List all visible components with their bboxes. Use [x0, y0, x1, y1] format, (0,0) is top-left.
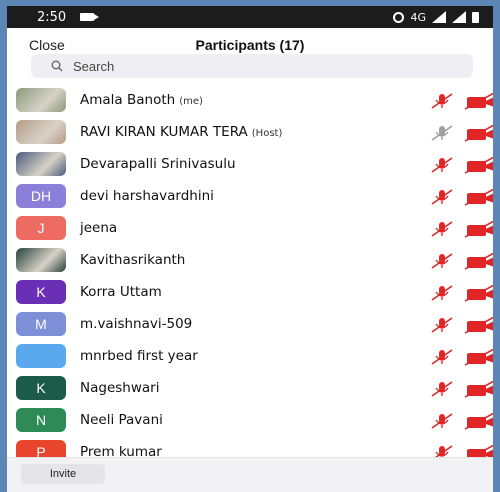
muted-mic-icon[interactable] — [429, 316, 455, 334]
muted-mic-icon[interactable] — [429, 188, 455, 206]
video-off-icon[interactable] — [464, 348, 493, 366]
clock: 2:50 — [37, 9, 67, 25]
participant-row[interactable]: Mm.vaishnavi-509 — [7, 308, 493, 340]
phone-screen: 2:50 4G Close Participants (17) Search A… — [7, 6, 493, 492]
battery-icon — [472, 11, 479, 23]
participant-row[interactable]: Jjeena — [7, 212, 493, 244]
avatar-photo — [16, 88, 66, 112]
signal-icon-2 — [452, 11, 466, 23]
participant-name-text: Nageshwari — [80, 380, 160, 396]
video-off-icon[interactable] — [464, 220, 493, 238]
participant-name-text: m.vaishnavi-509 — [80, 316, 193, 332]
bottom-bar: Invite — [7, 457, 493, 492]
muted-mic-icon[interactable] — [429, 92, 455, 110]
participant-name: Devarapalli Srinivasulu — [80, 156, 236, 172]
network-label: 4G — [410, 10, 426, 24]
search-input[interactable]: Search — [31, 54, 473, 78]
avatar-photo — [16, 152, 66, 176]
participant-name-text: Neeli Pavani — [80, 412, 163, 428]
video-off-icon[interactable] — [464, 188, 493, 206]
participant-role-tag: (me) — [179, 96, 203, 107]
participant-name-text: mnrbed first year — [80, 348, 198, 364]
muted-mic-icon[interactable] — [429, 284, 455, 302]
participant-name: jeena — [80, 220, 117, 236]
participant-name-text: RAVI KIRAN KUMAR TERA — [80, 124, 248, 140]
avatar: K — [16, 280, 66, 304]
search-placeholder: Search — [73, 58, 115, 74]
avatar: J — [16, 216, 66, 240]
participant-row[interactable]: K Nageshwari — [7, 372, 493, 404]
muted-mic-icon[interactable] — [429, 252, 455, 270]
participant-row[interactable]: Devarapalli Srinivasulu — [7, 148, 493, 180]
video-off-icon[interactable] — [464, 380, 493, 398]
participant-row[interactable]: N Neeli Pavani — [7, 404, 493, 436]
video-off-icon[interactable] — [464, 284, 493, 302]
video-off-icon[interactable] — [464, 412, 493, 430]
participant-name: RAVI KIRAN KUMAR TERA (Host) — [80, 124, 282, 140]
video-off-icon[interactable] — [464, 156, 493, 174]
participant-name-text: jeena — [80, 220, 118, 236]
video-off-icon[interactable] — [464, 92, 493, 110]
participant-name: m.vaishnavi-509 — [80, 316, 192, 332]
video-camera-icon — [80, 13, 100, 21]
avatar-photo — [16, 120, 66, 144]
muted-mic-icon[interactable] — [429, 220, 455, 238]
participant-name: Kavithasrikanth — [80, 252, 185, 268]
participant-name-text: Korra Uttam — [80, 284, 162, 300]
video-off-icon[interactable] — [464, 252, 493, 270]
participant-row[interactable]: K Korra Uttam — [7, 276, 493, 308]
status-icons: 4G — [393, 11, 479, 24]
participant-row[interactable]: DH devi harshavardhini — [7, 180, 493, 212]
muted-mic-icon[interactable] — [429, 156, 455, 174]
avatar: N — [16, 408, 66, 432]
participant-name-text: Devarapalli Srinivasulu — [80, 156, 236, 172]
participant-name: devi harshavardhini — [80, 188, 214, 204]
participant-row[interactable]: Kavithasrikanth — [7, 244, 493, 276]
participant-name-text: Amala Banoth — [80, 92, 176, 108]
participant-row[interactable]: RAVI KIRAN KUMAR TERA (Host) — [7, 116, 493, 148]
video-off-icon[interactable] — [464, 316, 493, 334]
page-title: Participants (17) — [195, 37, 305, 53]
search-icon — [51, 60, 63, 72]
participant-row[interactable]: mnrbed first year — [7, 340, 493, 372]
participant-name: Nageshwari — [80, 380, 159, 396]
participant-name: Neeli Pavani — [80, 412, 163, 428]
muted-mic-icon[interactable] — [429, 348, 455, 366]
participant-name-text: Kavithasrikanth — [80, 252, 186, 268]
avatar: DH — [16, 184, 66, 208]
avatar-photo — [16, 248, 66, 272]
participant-row[interactable]: Amala Banoth (me) — [7, 84, 493, 116]
avatar — [16, 344, 66, 368]
muted-mic-icon[interactable] — [429, 380, 455, 398]
status-bar: 2:50 4G — [7, 6, 493, 28]
muted-mic-icon[interactable] — [429, 124, 455, 142]
avatar: K — [16, 376, 66, 400]
invite-button[interactable]: Invite — [21, 464, 105, 484]
avatar: M — [16, 312, 66, 336]
participant-name: Korra Uttam — [80, 284, 162, 300]
participant-name: Amala Banoth (me) — [80, 92, 203, 108]
participant-name-text: devi harshavardhini — [80, 188, 214, 204]
alarm-icon — [393, 11, 405, 23]
participant-role-tag: (Host) — [251, 128, 283, 139]
muted-mic-icon[interactable] — [429, 412, 455, 430]
participant-name: mnrbed first year — [80, 348, 198, 364]
participant-list: Amala Banoth (me) RAVI KIRAN KUMAR TERA (H… — [7, 84, 493, 468]
video-off-icon[interactable] — [464, 124, 493, 142]
signal-icon — [432, 11, 446, 23]
